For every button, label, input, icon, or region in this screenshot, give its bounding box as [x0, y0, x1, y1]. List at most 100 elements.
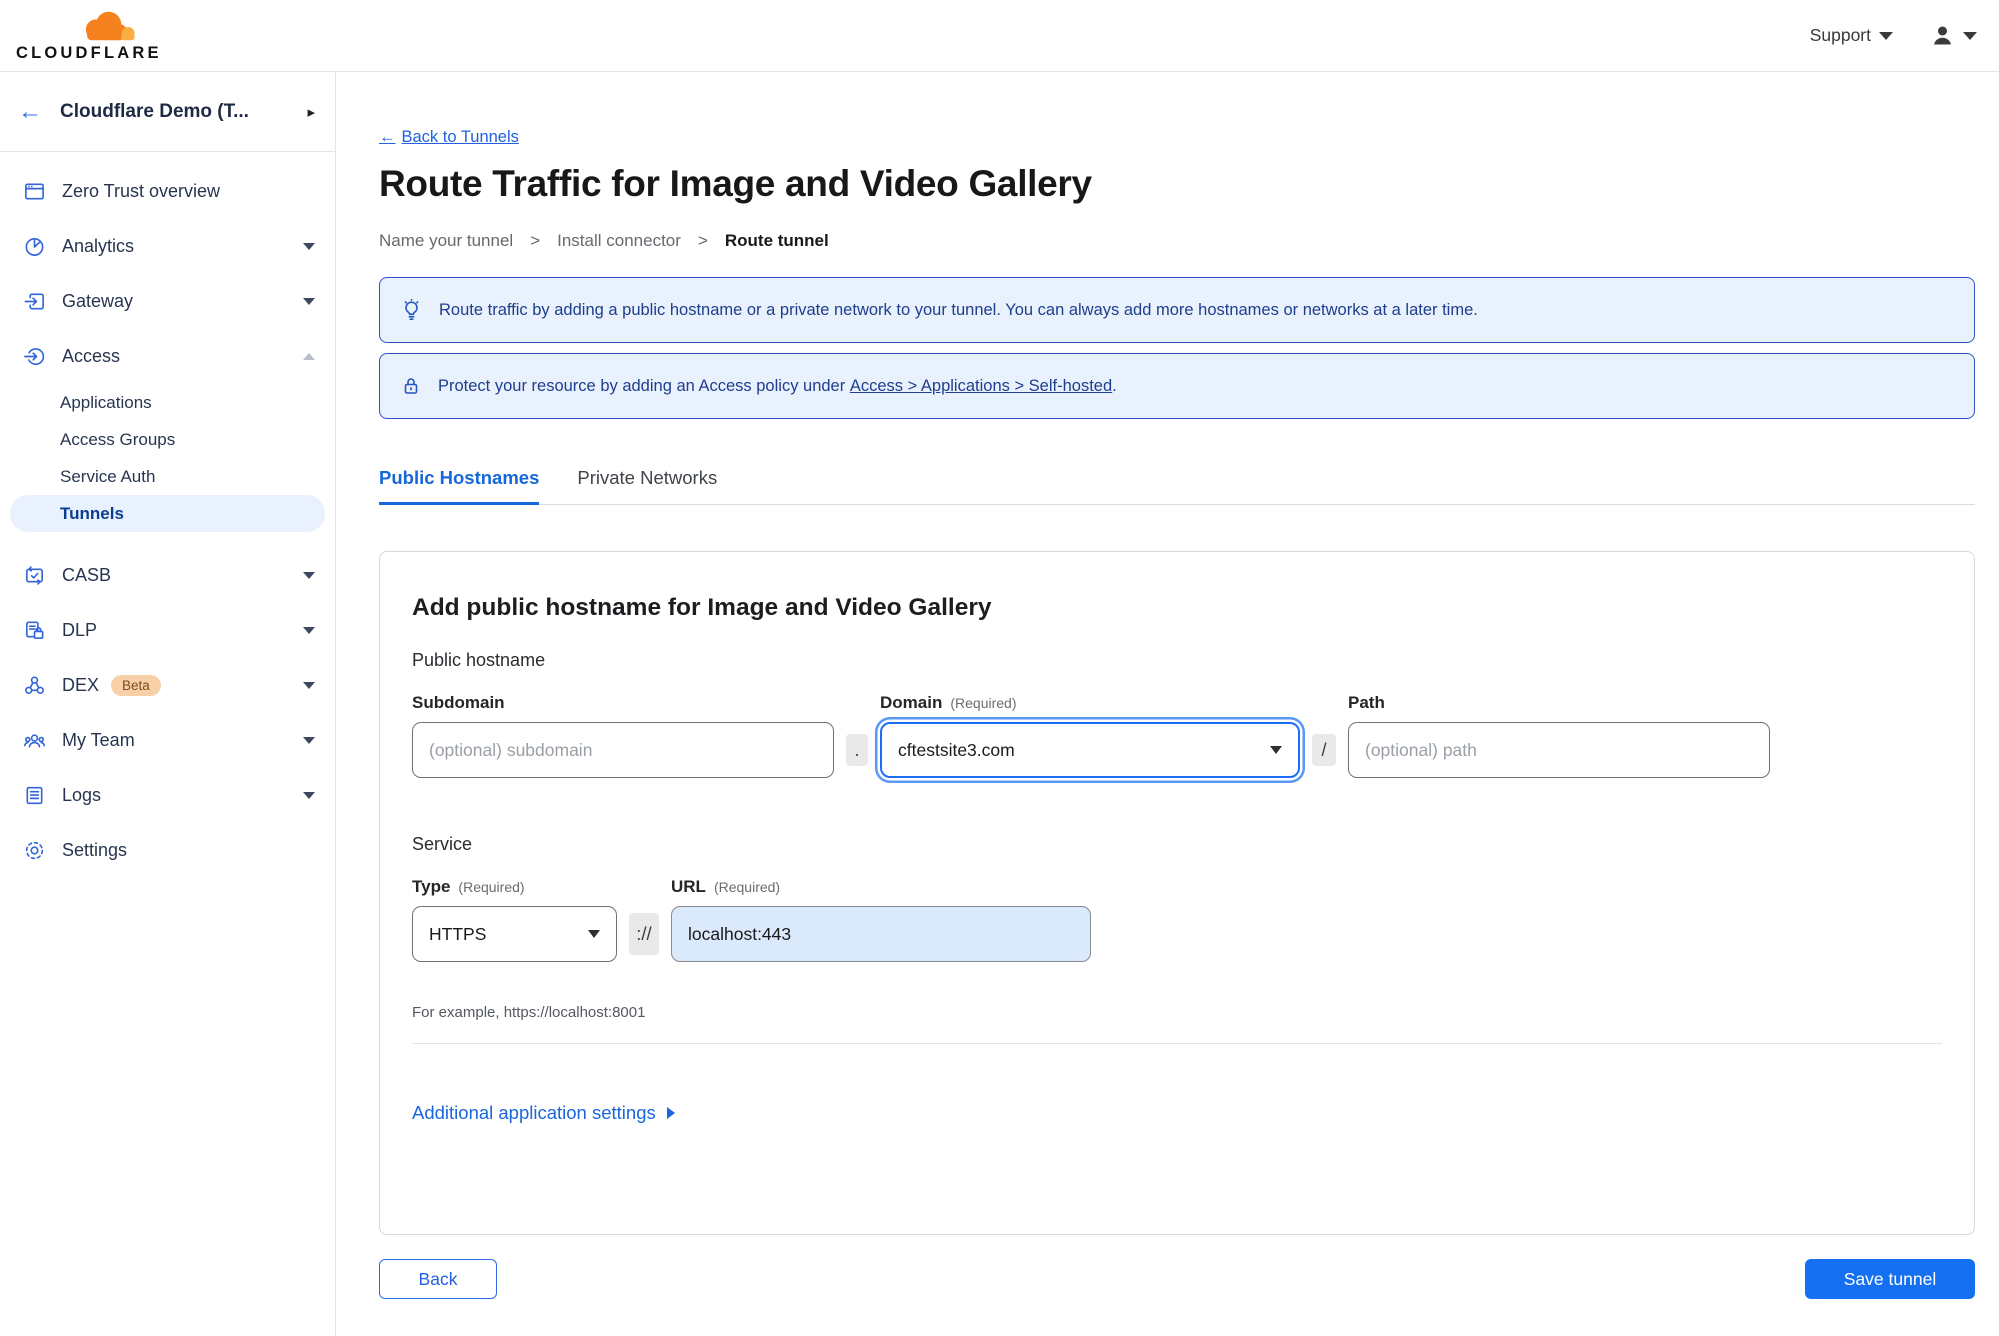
domain-select[interactable]: cftestsite3.com: [880, 722, 1300, 778]
sidebar-item-casb[interactable]: CASB: [0, 548, 335, 603]
chevron-down-icon: [303, 682, 315, 689]
chevron-down-icon: [1963, 31, 1977, 40]
tab-private-networks[interactable]: Private Networks: [577, 467, 717, 505]
gear-icon: [22, 838, 47, 863]
account-menu[interactable]: [1929, 22, 1977, 49]
sidebar-item-dlp[interactable]: DLP: [0, 603, 335, 658]
service-type-select[interactable]: HTTPS: [412, 906, 617, 962]
chevron-down-icon: [303, 243, 315, 250]
sidebar-subitem-label: Access Groups: [60, 429, 176, 449]
sidebar-item-label: Gateway: [62, 291, 134, 311]
sidebar-subitem-applications[interactable]: Applications: [0, 384, 335, 421]
support-menu[interactable]: Support: [1810, 25, 1893, 46]
sidebar-subitem-tunnels[interactable]: Tunnels: [10, 495, 325, 532]
url-example-hint: For example, https://localhost:8001: [412, 1004, 646, 1021]
card-heading: Add public hostname for Image and Video …: [412, 594, 992, 621]
sidebar-item-gateway[interactable]: Gateway: [0, 274, 335, 329]
path-input[interactable]: [1348, 722, 1770, 778]
app-root: CLOUDFLARE Support ← Cloudflare Demo (T.…: [0, 0, 1999, 1336]
service-url-input[interactable]: [671, 906, 1091, 962]
required-note: (Required): [458, 879, 525, 895]
logs-icon: [22, 783, 47, 808]
chevron-down-icon: [588, 930, 600, 938]
chevron-down-icon: [1879, 31, 1893, 40]
tab-public-hostnames[interactable]: Public Hostnames: [379, 467, 540, 505]
public-hostname-card: Add public hostname for Image and Video …: [379, 551, 1975, 1235]
sidebar-item-dex[interactable]: DEX Beta: [0, 658, 335, 713]
step-install-connector[interactable]: Install connector: [557, 231, 681, 251]
back-to-tunnels-link[interactable]: ← Back to Tunnels: [379, 128, 519, 147]
save-tunnel-button[interactable]: Save tunnel: [1805, 1259, 1975, 1299]
step-separator: >: [530, 231, 541, 250]
team-icon: [22, 728, 47, 753]
back-arrow-icon[interactable]: ←: [18, 99, 42, 124]
lightbulb-icon: [399, 298, 424, 323]
banner-text: Route traffic by adding a public hostnam…: [439, 300, 1478, 319]
access-icon: [22, 344, 47, 369]
sidebar-item-analytics[interactable]: Analytics: [0, 219, 335, 274]
sidebar-nav: Zero Trust overview Analytics Gateway Ac…: [0, 152, 335, 878]
dot-separator: .: [846, 734, 868, 766]
sidebar-item-label: DEX: [62, 675, 100, 695]
top-bar: CLOUDFLARE Support: [0, 0, 1999, 72]
step-separator: >: [697, 231, 708, 250]
sidebar-item-label: Logs: [62, 785, 102, 805]
domain-select-value: cftestsite3.com: [898, 739, 1015, 760]
required-note: (Required): [950, 695, 1017, 711]
hostname-labels-row: Subdomain Domain (Required) Path: [412, 693, 1942, 713]
support-label: Support: [1809, 25, 1871, 45]
lock-icon: [399, 374, 423, 398]
cloudflare-logo: CLOUDFLARE: [16, 8, 162, 63]
public-hostname-section-label: Public hostname: [412, 650, 546, 670]
topbar-right: Support: [1810, 22, 1977, 49]
account-name: Cloudflare Demo (T...: [60, 100, 249, 122]
sidebar-subitem-label: Service Auth: [60, 466, 156, 486]
sidebar-item-label: My Team: [62, 730, 135, 750]
breadcrumb-steps: Name your tunnel > Install connector > R…: [379, 231, 1975, 251]
chevron-right-icon: [666, 1107, 675, 1119]
sidebar-item-label: DLP: [62, 620, 98, 640]
footer-actions: Back Save tunnel: [379, 1259, 1975, 1299]
sidebar-item-label: CASB: [62, 565, 112, 585]
type-label: Type (Required): [412, 877, 525, 896]
sidebar-subitem-access-groups[interactable]: Access Groups: [0, 421, 335, 458]
route-traffic-info-banner: Route traffic by adding a public hostnam…: [379, 277, 1975, 343]
card-divider: [412, 1043, 1942, 1044]
logo-wordmark: CLOUDFLARE: [16, 44, 162, 62]
subdomain-label: Subdomain: [412, 693, 505, 712]
sidebar-subitem-service-auth[interactable]: Service Auth: [0, 458, 335, 495]
sidebar-subitem-label: Tunnels: [60, 503, 124, 523]
chevron-right-icon[interactable]: ▸: [307, 103, 315, 121]
analytics-icon: [22, 234, 47, 259]
back-button[interactable]: Back: [379, 1259, 497, 1299]
page-title: Route Traffic for Image and Video Galler…: [379, 163, 1092, 204]
gateway-icon: [22, 289, 47, 314]
sidebar-item-my-team[interactable]: My Team: [0, 713, 335, 768]
main-content: ← Back to Tunnels Route Traffic for Imag…: [336, 72, 1999, 1336]
step-name-your-tunnel[interactable]: Name your tunnel: [379, 231, 513, 251]
sidebar-subitem-label: Applications: [60, 392, 152, 412]
chevron-down-icon: [303, 792, 315, 799]
sidebar: ← Cloudflare Demo (T... ▸ Zero Trust ove…: [0, 72, 336, 1336]
path-label: Path: [1348, 693, 1385, 712]
access-applications-self-hosted-link[interactable]: Access > Applications > Self-hosted: [850, 377, 1112, 395]
service-section-label: Service: [412, 834, 473, 854]
sidebar-item-settings[interactable]: Settings: [0, 823, 335, 878]
overview-icon: [22, 179, 47, 204]
service-labels-row: Type (Required) URL (Required): [412, 877, 1942, 897]
sidebar-item-label: Settings: [62, 840, 128, 860]
sidebar-item-label: Zero Trust overview: [62, 181, 221, 201]
service-type-value: HTTPS: [429, 923, 487, 944]
tab-bar: Public Hostnames Private Networks: [379, 467, 1975, 505]
step-route-tunnel: Route tunnel: [724, 231, 829, 250]
subdomain-input[interactable]: [412, 722, 834, 778]
sidebar-item-access[interactable]: Access: [0, 329, 335, 384]
chevron-up-icon: [303, 353, 315, 360]
additional-application-settings-toggle[interactable]: Additional application settings: [412, 1102, 675, 1124]
access-policy-banner: Protect your resource by adding an Acces…: [379, 353, 1975, 419]
sidebar-item-logs[interactable]: Logs: [0, 768, 335, 823]
banner-text: Protect your resource by adding an Acces…: [438, 376, 1117, 395]
back-arrow-icon: ←: [379, 128, 396, 146]
slash-separator: /: [1312, 734, 1336, 766]
sidebar-item-zero-trust-overview[interactable]: Zero Trust overview: [0, 164, 335, 219]
